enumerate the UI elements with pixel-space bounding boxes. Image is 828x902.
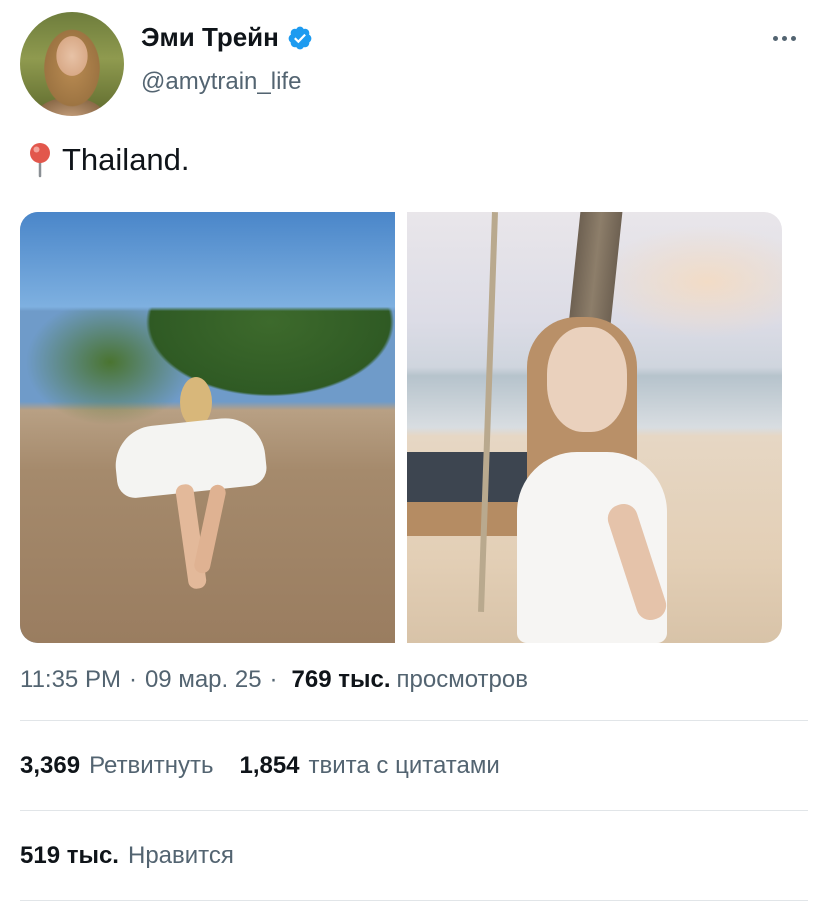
photo-table (407, 502, 522, 536)
tweet-date[interactable]: 09 мар. 25 (145, 666, 262, 694)
more-options-icon[interactable] (773, 36, 796, 41)
photo-swing-rope (478, 212, 498, 612)
author-name-row: Эми Трейн (141, 22, 313, 53)
likes-stat[interactable]: 519 тыс. Нравится (20, 842, 234, 870)
quotes-label: твита с цитатами (308, 752, 500, 779)
meta-separator: · (128, 666, 137, 693)
views-label: просмотров (396, 666, 528, 693)
photo-girl-head (547, 327, 627, 432)
beach-photo-1[interactable] (20, 212, 395, 643)
retweets-count: 3,369 (20, 752, 81, 779)
tweet-media (20, 212, 782, 643)
author-avatar[interactable] (20, 12, 124, 116)
likes-stats-row: 519 тыс. Нравится (20, 842, 260, 870)
round-pushpin-icon (30, 143, 50, 178)
engagement-stats-row: 3,369 Ретвитнуть 1,854 твита с цитатами (20, 752, 526, 780)
tweet-meta: 11:35 PM · 09 мар. 25 · 769 тыс. просмот… (20, 666, 528, 694)
divider (20, 720, 808, 721)
tweet-text: Thailand. (26, 142, 190, 178)
photo-pier (407, 452, 527, 507)
tweet-time[interactable]: 11:35 PM (20, 666, 121, 694)
verified-badge-icon (288, 26, 312, 49)
quotes-stat[interactable]: 1,854 твита с цитатами (239, 752, 499, 780)
retweets-stat[interactable]: 3,369 Ретвитнуть (20, 752, 213, 780)
likes-label: Нравится (127, 842, 234, 869)
author-name[interactable]: Эми Трейн (141, 22, 279, 53)
more-dot (791, 36, 796, 41)
more-dot (773, 36, 778, 41)
likes-count: 519 тыс. (20, 842, 119, 869)
tweet-body: Thailand. (62, 142, 190, 177)
meta-separator: · (269, 666, 278, 693)
more-dot (782, 36, 787, 41)
quotes-count: 1,854 (239, 752, 300, 779)
retweets-label: Ретвитнуть (89, 752, 214, 779)
views-count: 769 тыс. (291, 666, 391, 693)
beach-photo-2[interactable] (407, 212, 782, 643)
divider (20, 810, 808, 811)
author-handle[interactable]: @amytrain_life (141, 68, 301, 96)
divider (20, 900, 808, 901)
